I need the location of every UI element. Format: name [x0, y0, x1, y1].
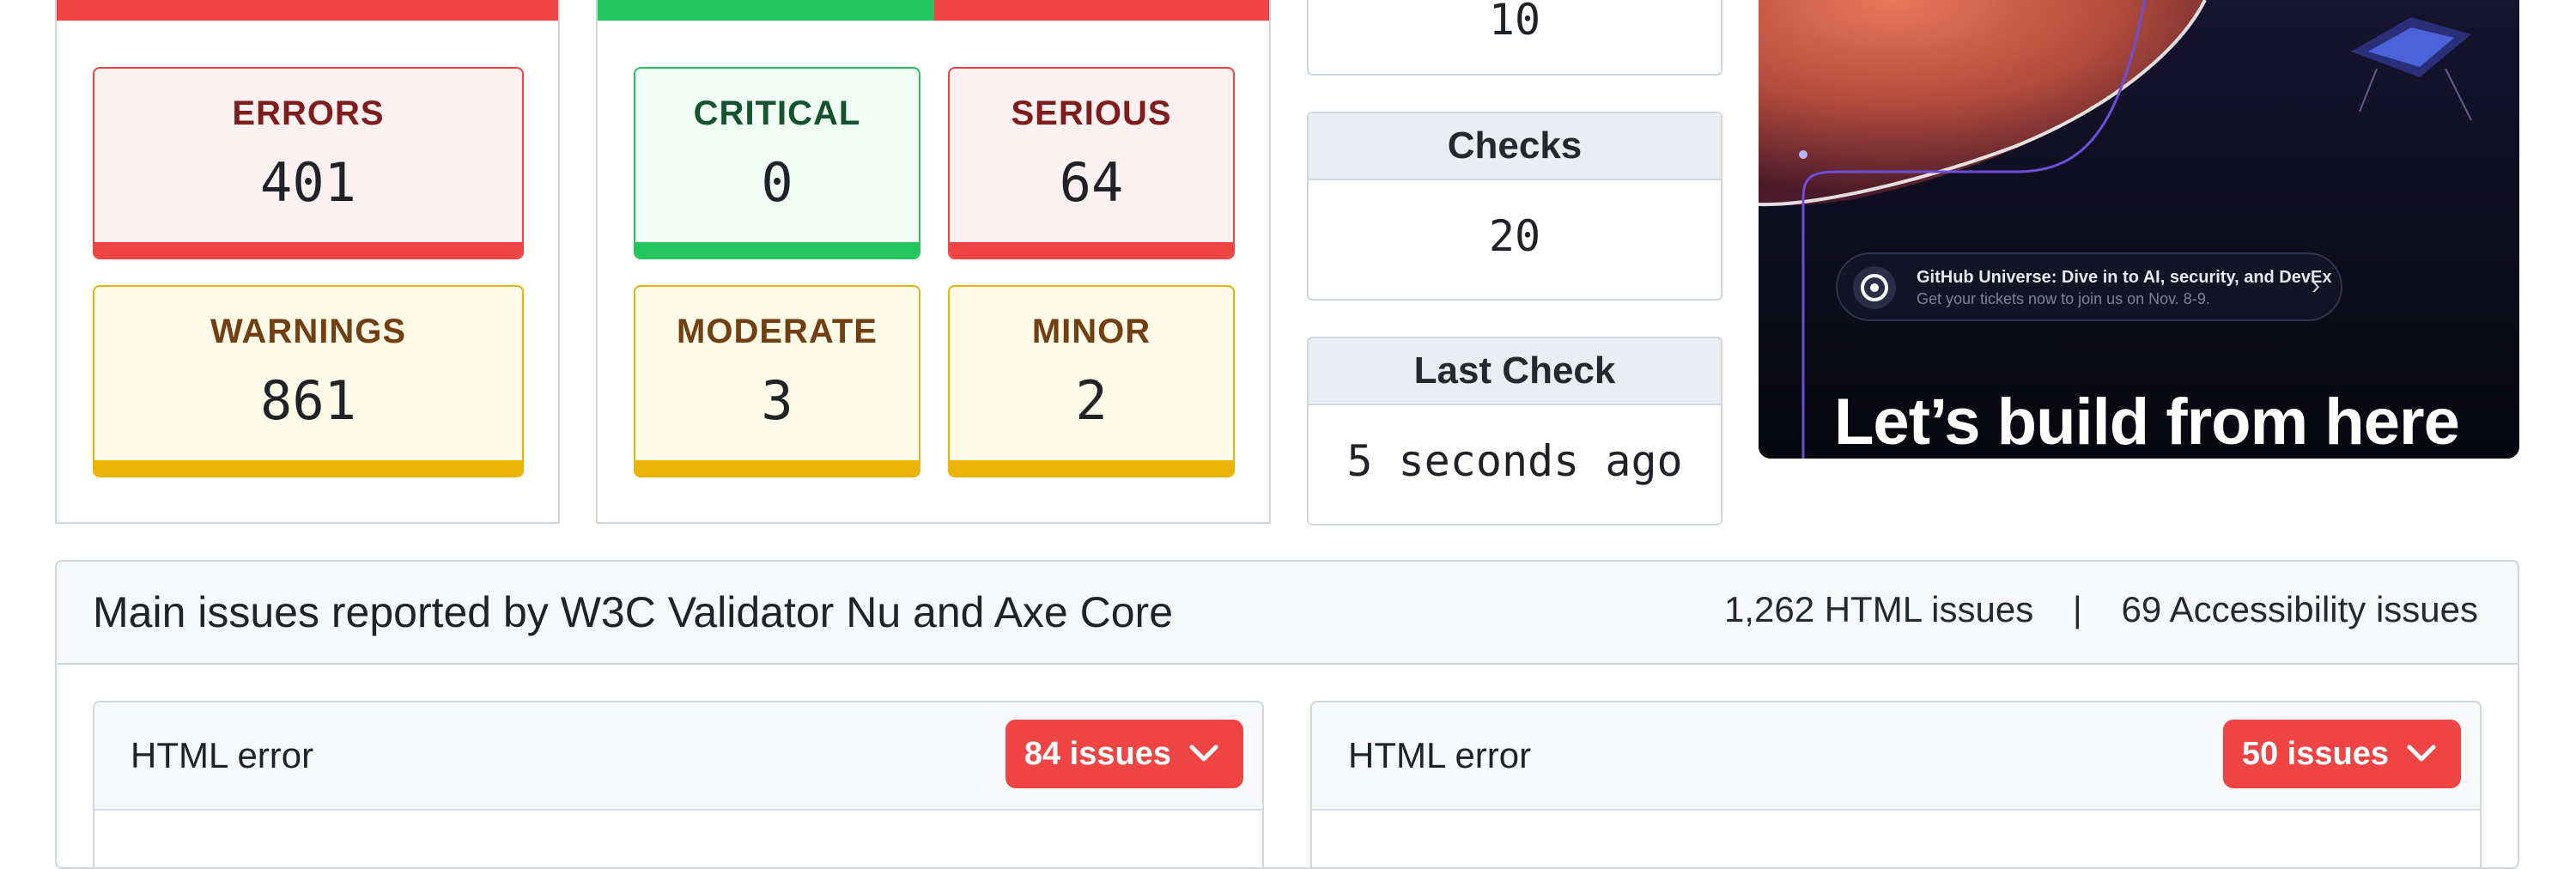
- pill-title: GitHub Universe: Dive in to AI, security…: [1917, 268, 2332, 287]
- issue-count-label: 84 issues: [1024, 736, 1171, 772]
- universe-pill[interactable]: GitHub Universe: Dive in to AI, security…: [1836, 252, 2342, 321]
- a11y-status-bar-red: [934, 0, 1269, 21]
- minor-card: MINOR 2: [948, 285, 1235, 477]
- warnings-card: WARNINGS 861: [93, 285, 524, 477]
- a11y-issues-count: 69 Accessibility issues: [2121, 589, 2478, 629]
- checks-card: Checks 20: [1307, 112, 1722, 301]
- top-info-card: 10: [1307, 0, 1722, 76]
- errors-card: ERRORS 401: [93, 67, 524, 259]
- last-check-value: 5 seconds ago: [1346, 436, 1683, 486]
- chevron-down-icon: [2404, 720, 2439, 812]
- github-octocat-icon: [1853, 266, 1896, 309]
- moderate-card: MODERATE 3: [634, 285, 920, 477]
- minor-bar: [950, 460, 1233, 476]
- checks-label: Checks: [1309, 113, 1721, 180]
- minor-label: MINOR: [1031, 313, 1151, 350]
- errors-label: ERRORS: [232, 94, 385, 132]
- last-check-label: Last Check: [1309, 338, 1721, 405]
- minor-value: 2: [1075, 369, 1108, 432]
- warnings-value: 861: [260, 369, 356, 432]
- critical-label: CRITICAL: [693, 94, 861, 132]
- moderate-label: MODERATE: [677, 313, 878, 350]
- last-check-card: Last Check 5 seconds ago: [1307, 337, 1722, 526]
- issue-count-toggle[interactable]: 84 issues: [1005, 720, 1243, 788]
- html-summary-panel: ERRORS 401 WARNINGS 861: [55, 0, 560, 524]
- chevron-down-icon: [1187, 720, 1221, 812]
- moderate-value: 3: [761, 369, 793, 432]
- issue-card: HTML error 84 issues: [93, 701, 1264, 867]
- issue-card-title: HTML error: [1348, 735, 1532, 775]
- counts-separator: |: [2072, 589, 2082, 629]
- issue-card-header[interactable]: HTML error 84 issues: [94, 702, 1262, 811]
- serious-label: SERIOUS: [1011, 94, 1172, 132]
- warnings-label: WARNINGS: [210, 313, 406, 350]
- errors-value: 401: [260, 151, 356, 214]
- chevron-right-icon: ›: [2312, 271, 2320, 300]
- github-universe-banner[interactable]: GitHub Universe: Dive in to AI, security…: [1759, 0, 2519, 459]
- issue-counts: 1,262 HTML issues | 69 Accessibility iss…: [1721, 589, 2482, 630]
- critical-value: 0: [761, 151, 793, 214]
- html-issues-count: 1,262 HTML issues: [1723, 589, 2034, 629]
- warnings-bar: [94, 460, 522, 476]
- checks-value: 20: [1488, 211, 1541, 261]
- critical-bar: [635, 242, 919, 258]
- moderate-bar: [635, 460, 919, 476]
- issue-count-label: 50 issues: [2241, 736, 2389, 772]
- html-status-bar: [57, 0, 558, 21]
- issue-count-toggle[interactable]: 50 issues: [2222, 720, 2461, 788]
- serious-card: SERIOUS 64: [948, 67, 1235, 259]
- critical-card: CRITICAL 0: [634, 67, 920, 259]
- a11y-status-bar-green: [598, 0, 934, 21]
- main-issues-section: Main issues reported by W3C Validator Nu…: [55, 560, 2519, 869]
- serious-bar: [950, 242, 1233, 258]
- accessibility-summary-panel: CRITICAL 0 SERIOUS 64 MODERATE 3 MINOR 2: [596, 0, 1271, 524]
- banner-headline: Let’s build from here: [1834, 386, 2460, 459]
- issue-card-title: HTML error: [131, 735, 314, 775]
- pill-subtitle: Get your tickets now to join us on Nov. …: [1917, 290, 2210, 307]
- main-issues-title: Main issues reported by W3C Validator Nu…: [93, 588, 1174, 636]
- top-info-value: 10: [1488, 0, 1541, 45]
- issue-card-header[interactable]: HTML error 50 issues: [1312, 702, 2480, 811]
- serious-value: 64: [1059, 151, 1124, 214]
- errors-bar: [94, 242, 522, 258]
- issue-card: HTML error 50 issues: [1310, 701, 2482, 867]
- main-issues-header: Main issues reported by W3C Validator Nu…: [57, 562, 2518, 665]
